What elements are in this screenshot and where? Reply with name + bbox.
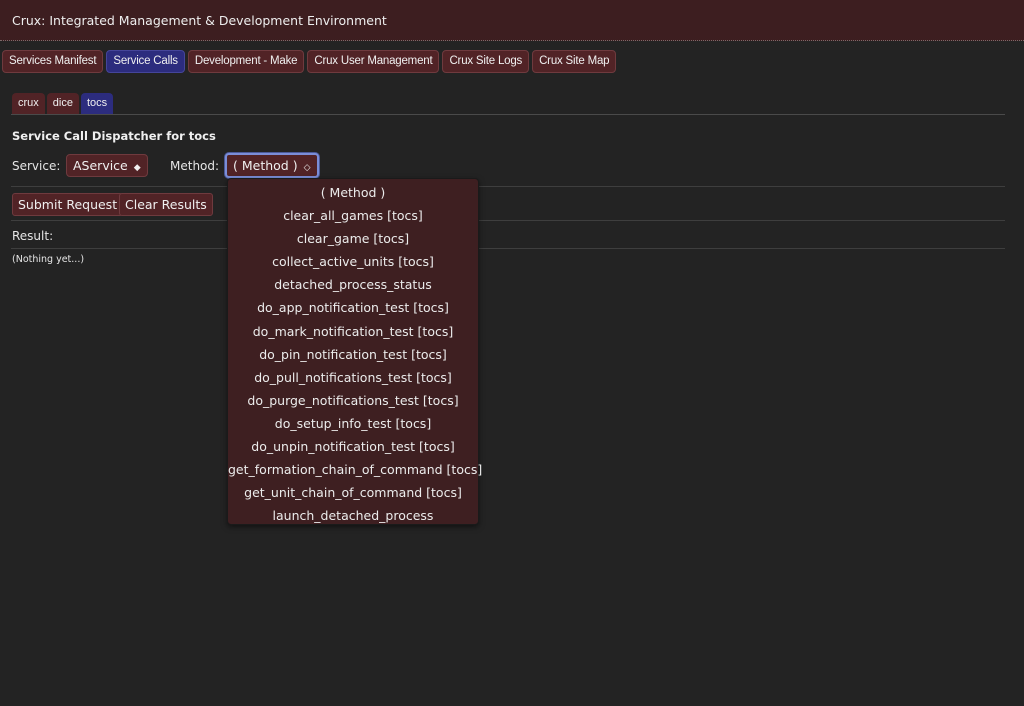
submit-request-button[interactable]: Submit Request xyxy=(12,193,124,216)
result-value: (Nothing yet...) xyxy=(12,254,85,265)
method-option[interactable]: ( Method ) xyxy=(228,181,478,204)
method-select-value: ( Method ) xyxy=(233,158,298,173)
method-option[interactable]: do_setup_info_test [tocs] xyxy=(228,412,478,435)
method-option[interactable]: do_pin_notification_test [tocs] xyxy=(228,343,478,366)
method-option[interactable]: get_unit_chain_of_command [tocs] xyxy=(228,481,478,504)
method-option[interactable]: do_app_notification_test [tocs] xyxy=(228,296,478,319)
method-option[interactable]: clear_game [tocs] xyxy=(228,227,478,250)
method-option[interactable]: do_pull_notifications_test [tocs] xyxy=(228,366,478,389)
diamond-outline-icon: ◇ xyxy=(303,163,311,173)
title-bar: Crux: Integrated Management & Developmen… xyxy=(0,0,1024,41)
result-label: Result: xyxy=(12,229,54,243)
service-subtabs: crux dice tocs xyxy=(12,93,114,114)
tab-crux-site-logs[interactable]: Crux Site Logs xyxy=(442,50,530,73)
method-option[interactable]: do_mark_notification_test [tocs] xyxy=(228,320,478,343)
divider xyxy=(11,220,1005,221)
subtab-dice[interactable]: dice xyxy=(46,93,79,114)
divider xyxy=(11,186,1005,187)
app-title: Crux: Integrated Management & Developmen… xyxy=(12,13,387,28)
subtab-tocs[interactable]: tocs xyxy=(80,93,114,114)
service-label: Service: xyxy=(12,159,61,173)
method-option[interactable]: clear_all_games [tocs] xyxy=(228,204,478,227)
tab-crux-site-map[interactable]: Crux Site Map xyxy=(532,50,617,73)
service-select-value: AService xyxy=(73,158,128,173)
clear-results-button[interactable]: Clear Results xyxy=(119,193,213,216)
method-label: Method: xyxy=(170,159,220,173)
main-tabs: Services Manifest Service Calls Developm… xyxy=(2,50,617,73)
dispatcher-heading: Service Call Dispatcher for tocs xyxy=(12,129,216,143)
method-option[interactable]: do_unpin_notification_test [tocs] xyxy=(228,435,478,458)
tab-crux-user-management[interactable]: Crux User Management xyxy=(307,50,440,73)
method-option[interactable]: detached_process_status xyxy=(228,273,478,296)
method-select[interactable]: ( Method ) ◇ xyxy=(225,153,319,178)
diamond-icon: ◆ xyxy=(133,163,141,173)
service-select[interactable]: AService ◆ xyxy=(66,154,148,177)
tab-service-calls[interactable]: Service Calls xyxy=(106,50,185,73)
subtab-divider xyxy=(11,114,1005,115)
tab-development-make[interactable]: Development - Make xyxy=(187,50,305,73)
divider xyxy=(11,248,1005,249)
subtab-crux[interactable]: crux xyxy=(12,93,45,114)
method-option[interactable]: do_purge_notifications_test [tocs] xyxy=(228,389,478,412)
method-option[interactable]: launch_detached_process xyxy=(228,504,478,527)
tab-services-manifest[interactable]: Services Manifest xyxy=(2,50,104,73)
method-option[interactable]: get_formation_chain_of_command [tocs] xyxy=(228,458,482,481)
method-option[interactable]: collect_active_units [tocs] xyxy=(228,250,478,273)
method-dropdown: ( Method ) clear_all_games [tocs] clear_… xyxy=(227,178,482,527)
